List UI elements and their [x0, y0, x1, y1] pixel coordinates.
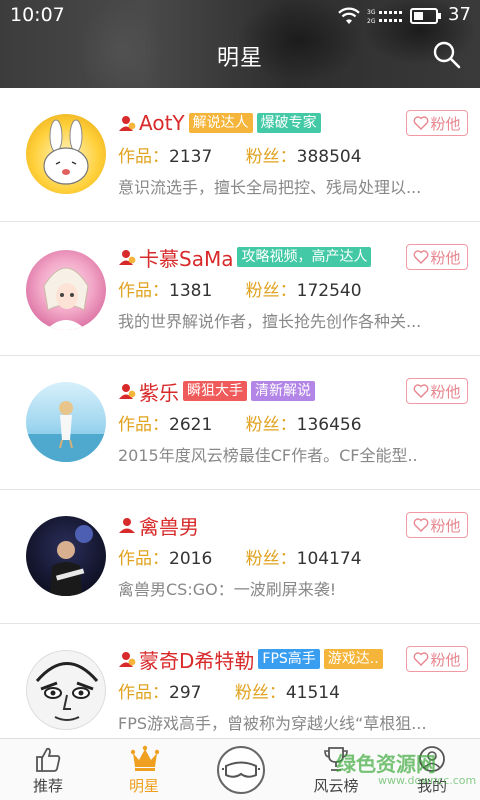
star-tag: 清新解说 [251, 381, 315, 401]
heart-icon [414, 250, 429, 264]
fan-button[interactable]: 粉他 [406, 646, 468, 672]
fans-count: 104174 [296, 549, 362, 569]
star-tag: 游戏达.. [323, 649, 383, 669]
fan-button-label: 粉他 [430, 516, 461, 535]
star-card[interactable]: AotY 解说达人 爆破专家 粉他 作品：2137 粉丝：388504 意识流选… [0, 88, 480, 222]
star-card[interactable]: 卡慕SaMa 攻略视频，高产达人 粉他 作品：1381 粉丝：172540 我的… [0, 222, 480, 356]
fans-count: 136456 [296, 415, 362, 435]
star-tag: 解说达人 [188, 113, 253, 133]
stats-row: 作品：2016 粉丝：104174 [118, 544, 390, 569]
tab-recommend[interactable]: 推荐 [8, 739, 88, 800]
user-icon [119, 384, 136, 399]
heart-icon [414, 116, 429, 130]
fans-count: 388504 [296, 147, 362, 167]
works-count: 297 [169, 683, 202, 703]
star-tag: 攻略视频，高产达人 [237, 247, 372, 267]
tab-stars[interactable]: 明星 [104, 739, 184, 800]
name-row: 蒙奇D希特勒 FPS高手 游戏达.. [118, 645, 387, 674]
works-count: 1381 [169, 281, 213, 301]
svg-text:3G: 3G [367, 9, 376, 16]
fan-button-label: 粉他 [430, 650, 461, 669]
fan-button[interactable]: 粉他 [406, 110, 468, 136]
heart-icon [414, 652, 429, 666]
works-label: 作品： [118, 281, 169, 301]
fan-button[interactable]: 粉他 [406, 244, 468, 270]
watermark-url: www.downcc.com [378, 774, 477, 787]
star-description: 我的世界解说作者，擅长抢先创作各种关... [118, 312, 422, 331]
avatar [26, 650, 106, 730]
star-description: FPS游戏高手，曾被称为穿越火线“草根狙... [118, 714, 427, 733]
fans-label: 粉丝： [245, 415, 297, 435]
stats-row: 作品：1381 粉丝：172540 [118, 276, 390, 301]
star-description: 2015年度风云榜最佳CF作者。CF全能型.. [118, 446, 418, 465]
star-name[interactable]: 紫乐 [139, 377, 179, 406]
star-name[interactable]: 蒙奇D希特勒 [139, 645, 254, 674]
goggles-icon[interactable] [216, 745, 266, 795]
signal-icon: 3G 2G [367, 9, 402, 24]
works-count: 2621 [169, 415, 213, 435]
star-list: AotY 解说达人 爆破专家 粉他 作品：2137 粉丝：388504 意识流选… [0, 88, 480, 738]
heart-icon [414, 384, 429, 398]
fan-button[interactable]: 粉他 [406, 512, 468, 538]
works-count: 2016 [169, 549, 213, 569]
fans-count: 41514 [285, 683, 340, 703]
works-count: 2137 [169, 147, 213, 167]
avatar [26, 382, 106, 462]
user-icon [119, 652, 136, 667]
star-description: 意识流选手，擅长全局把控、残局处理以... [118, 178, 422, 197]
star-card[interactable]: 紫乐 瞬狙大手 清新解说 粉他 作品：2621 粉丝：136456 2015年度… [0, 356, 480, 490]
wifi-icon [338, 7, 360, 24]
crown-icon [130, 745, 160, 771]
star-name[interactable]: AotY [139, 111, 185, 135]
works-label: 作品： [118, 549, 169, 569]
fan-button-label: 粉他 [430, 248, 461, 267]
star-tag: 爆破专家 [256, 113, 321, 133]
works-label: 作品： [118, 147, 169, 167]
star-card[interactable]: 禽兽男 粉他 作品：2016 粉丝：104174 禽兽男CS:GO：一波刷屏来袭… [0, 490, 480, 624]
tab-label: 推荐 [32, 777, 63, 795]
fan-button[interactable]: 粉他 [406, 378, 468, 404]
stats-row: 作品：297 粉丝：41514 [118, 678, 368, 703]
star-description: 禽兽男CS:GO：一波刷屏来袭! [118, 580, 337, 599]
tab-label: 风云榜 [313, 777, 359, 795]
fans-label: 粉丝： [245, 147, 297, 167]
works-label: 作品： [118, 415, 169, 435]
star-card[interactable]: 蒙奇D希特勒 FPS高手 游戏达.. 粉他 作品：297 粉丝：41514 FP… [0, 624, 480, 738]
header: 10:07 3G 2G 37 明星 [0, 0, 480, 88]
avatar [26, 250, 106, 330]
fan-button-label: 粉他 [430, 382, 461, 401]
star-tag: FPS高手 [258, 649, 320, 669]
name-row: 卡慕SaMa 攻略视频，高产达人 [118, 243, 375, 272]
battery-level: 37 [448, 4, 471, 25]
name-row: 禽兽男 [118, 511, 203, 540]
stats-row: 作品：2137 粉丝：388504 [118, 142, 390, 167]
watermark: 绿色资源网 [336, 752, 436, 776]
stats-row: 作品：2621 粉丝：136456 [118, 410, 390, 435]
user-icon [119, 518, 135, 533]
works-label: 作品： [118, 683, 169, 703]
user-icon [119, 116, 136, 131]
fans-label: 粉丝： [234, 683, 286, 703]
status-bar: 10:07 3G 2G 37 [0, 0, 480, 32]
thumbs-up-icon [36, 747, 61, 772]
fans-count: 172540 [296, 281, 362, 301]
status-time: 10:07 [10, 4, 65, 26]
avatar [26, 114, 106, 194]
fans-label: 粉丝： [245, 281, 297, 301]
search-icon[interactable] [432, 40, 462, 70]
avatar [26, 516, 106, 596]
star-name[interactable]: 卡慕SaMa [139, 243, 233, 272]
name-row: AotY 解说达人 爆破专家 [118, 110, 325, 136]
star-name[interactable]: 禽兽男 [139, 511, 199, 540]
heart-icon [414, 518, 429, 532]
star-tag: 瞬狙大手 [183, 381, 247, 401]
tab-label: 明星 [128, 777, 159, 795]
svg-text:2G: 2G [367, 18, 376, 24]
page-title: 明星 [216, 46, 263, 71]
fans-label: 粉丝： [245, 549, 297, 569]
name-row: 紫乐 瞬狙大手 清新解说 [118, 377, 319, 406]
battery-icon [410, 8, 441, 24]
fan-button-label: 粉他 [430, 114, 461, 133]
user-icon [119, 250, 136, 265]
